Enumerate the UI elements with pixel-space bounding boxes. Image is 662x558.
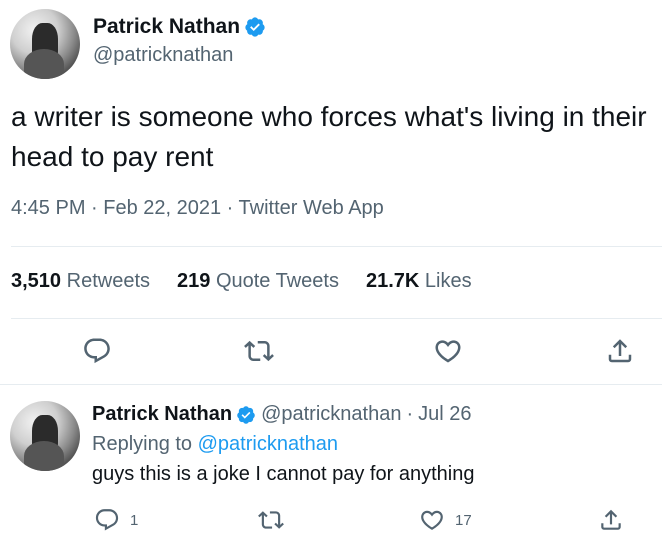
author-name[interactable]: Patrick Nathan xyxy=(93,15,240,39)
tweet-text: a writer is someone who forces what's li… xyxy=(11,101,647,172)
retweets-stat[interactable]: 3,510 Retweets xyxy=(11,270,150,293)
retweet-button[interactable] xyxy=(258,507,284,533)
like-icon xyxy=(421,510,443,530)
reply-icon xyxy=(95,509,119,531)
reply-count: 1 xyxy=(130,511,139,529)
verified-badge-icon xyxy=(245,17,265,37)
avatar[interactable] xyxy=(10,401,80,471)
likes-label: Likes xyxy=(424,270,472,292)
author-row: Patrick Nathan xyxy=(93,15,266,39)
verified-badge-icon xyxy=(237,405,255,424)
replying-prefix: Replying to xyxy=(92,433,193,455)
reply-actions: 1 17 xyxy=(0,507,662,537)
quote-tweets-label: Quote Tweets xyxy=(215,270,339,292)
tweet-timestamp[interactable]: 4:45 PM · Feb 22, 2021 · Twitter Web App xyxy=(11,197,384,220)
replying-to-link[interactable]: @patricknathan xyxy=(198,433,338,455)
likes-stat[interactable]: 21.7K Likes xyxy=(366,270,472,293)
share-button[interactable] xyxy=(598,507,624,533)
like-icon[interactable] xyxy=(433,336,463,366)
tweet-stats: 3,510 Retweets 219 Quote Tweets 21.7K Li… xyxy=(11,270,499,293)
retweets-count: 3,510 xyxy=(11,270,62,292)
share-icon[interactable] xyxy=(605,336,635,366)
main-tweet: Patrick Nathan @patricknathan a writer i… xyxy=(0,0,662,385)
avatar[interactable] xyxy=(10,9,80,79)
share-icon xyxy=(601,509,621,530)
author-handle[interactable]: @patricknathan xyxy=(93,44,233,67)
reply-tweet[interactable]: Patrick Nathan @patricknathan · Jul 26 R… xyxy=(0,385,662,558)
quote-tweets-stat[interactable]: 219 Quote Tweets xyxy=(177,270,339,293)
like-button[interactable]: 17 xyxy=(419,507,472,533)
divider xyxy=(11,246,662,247)
likes-count: 21.7K xyxy=(365,270,420,292)
reply-author-handle[interactable]: @patricknathan xyxy=(261,403,401,426)
tweet-actions xyxy=(0,336,662,368)
reply-date[interactable]: Jul 26 xyxy=(418,403,471,426)
retweet-icon[interactable] xyxy=(244,336,274,366)
reply-button[interactable]: 1 xyxy=(94,507,138,533)
replying-to: Replying to @patricknathan xyxy=(92,433,338,456)
like-count: 17 xyxy=(455,511,472,529)
retweet-icon xyxy=(258,511,284,529)
divider xyxy=(11,318,662,319)
reply-author-row: Patrick Nathan @patricknathan · Jul 26 xyxy=(92,403,472,426)
reply-author-name[interactable]: Patrick Nathan xyxy=(92,403,232,426)
separator-dot: · xyxy=(406,403,414,425)
retweets-label: Retweets xyxy=(66,270,150,292)
reply-text: guys this is a joke I cannot pay for any… xyxy=(92,463,475,485)
reply-icon[interactable] xyxy=(82,336,112,366)
quote-tweets-count: 219 xyxy=(177,270,211,292)
